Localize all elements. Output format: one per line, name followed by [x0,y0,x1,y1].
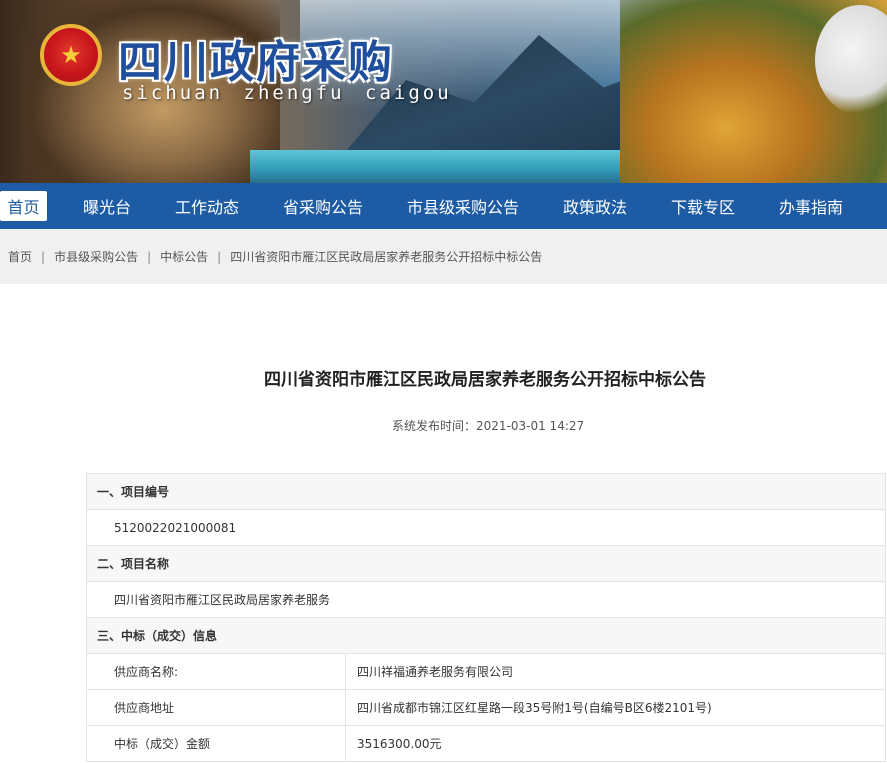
table-row: 5120022021000081 [86,509,886,546]
breadcrumb-current: 四川省资阳市雁江区民政局居家养老服务公开招标中标公告 [230,250,543,264]
table-row: 二、项目名称 [86,545,886,582]
site-title[interactable]: 四川政府采购 [118,26,394,90]
breadcrumb-separator: | [41,249,46,264]
table-row: 供应商名称: 四川祥福通养老服务有限公司 [86,653,886,690]
award-amount-label: 中标（成交）金额 [86,725,346,762]
nav-item-exposure[interactable]: 曝光台 [82,183,132,229]
supplier-address-value: 四川省成都市锦江区红星路一段35号附1号(自编号B区6楼2101号) [345,689,886,726]
star-icon: ★ [60,41,82,69]
breadcrumb-separator: | [147,249,152,264]
breadcrumb-city-county[interactable]: 市县级采购公告 [54,248,138,265]
breadcrumb: 首页 | 市县级采购公告 | 中标公告 | 四川省资阳市雁江区民政局居家养老服务… [0,229,887,284]
section-project-name-heading: 二、项目名称 [86,545,886,582]
site-pinyin: sichuan zhengfu caigou [122,82,452,104]
national-emblem-icon[interactable]: ★ [40,24,102,86]
award-amount-value: 3516300.00元 [345,725,886,762]
supplier-address-label: 供应商地址 [86,689,346,726]
supplier-name-value: 四川祥福通养老服务有限公司 [345,653,886,690]
breadcrumb-award-notices[interactable]: 中标公告 [160,248,208,265]
table-row: 四川省资阳市雁江区民政局居家养老服务 [86,581,886,618]
nav-item-home[interactable]: 首页 [0,191,47,221]
section-award-info-heading: 三、中标（成交）信息 [86,617,886,654]
table-row: 一、项目编号 [86,473,886,510]
nav-item-work-news[interactable]: 工作动态 [174,183,240,229]
nav-item-provincial-notices[interactable]: 省采购公告 [282,183,364,229]
article-title: 四川省资阳市雁江区民政局居家养老服务公开招标中标公告 [264,370,706,390]
notice-info-table: 一、项目编号 5120022021000081 二、项目名称 四川省资阳市雁江区… [86,473,886,762]
header-banner: ★ 四川政府采购 sichuan zhengfu caigou [0,0,887,183]
project-number-value: 5120022021000081 [86,509,886,546]
nav-item-policies[interactable]: 政策政法 [562,183,628,229]
project-name-value: 四川省资阳市雁江区民政局居家养老服务 [86,581,886,618]
supplier-name-label: 供应商名称: [86,653,346,690]
breadcrumb-home[interactable]: 首页 [8,248,32,265]
table-row: 中标（成交）金额 3516300.00元 [86,725,886,762]
breadcrumb-separator: | [217,249,222,264]
table-row: 供应商地址 四川省成都市锦江区红星路一段35号附1号(自编号B区6楼2101号) [86,689,886,726]
nav-item-downloads[interactable]: 下载专区 [670,183,736,229]
nav-item-guide[interactable]: 办事指南 [778,183,844,229]
main-nav: 首页 曝光台 工作动态 省采购公告 市县级采购公告 政策政法 下载专区 办事指南 [0,183,887,229]
table-row: 三、中标（成交）信息 [86,617,886,654]
nav-item-city-county-notices[interactable]: 市县级采购公告 [406,183,520,229]
publish-time: 系统发布时间：2021-03-01 14:27 [392,419,585,433]
section-project-number-heading: 一、项目编号 [86,473,886,510]
